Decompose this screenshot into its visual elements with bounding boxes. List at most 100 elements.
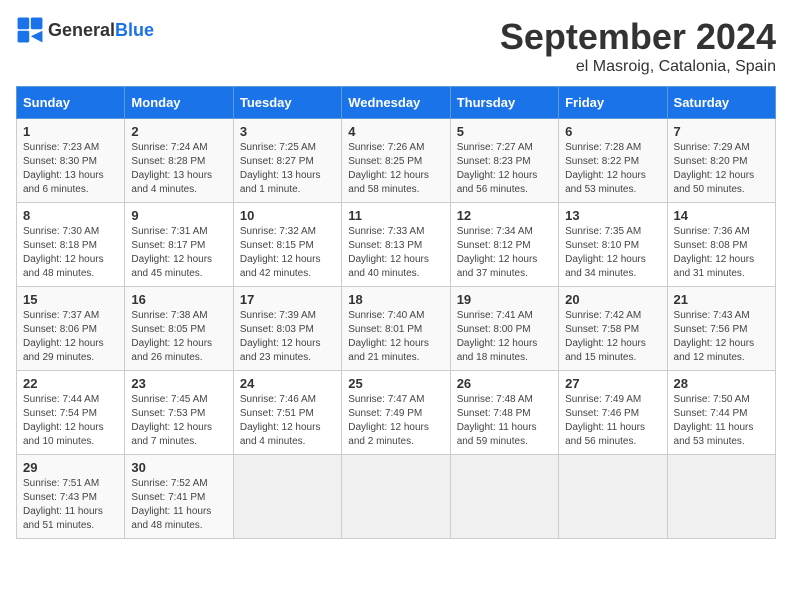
calendar-table: Sunday Monday Tuesday Wednesday Thursday… [16,86,776,539]
day-number: 28 [674,376,769,391]
day-number: 3 [240,124,335,139]
logo-icon [16,16,44,44]
cell-4-7: 28 Sunrise: 7:50 AMSunset: 7:44 PMDayligh… [667,371,775,455]
day-number: 9 [131,208,226,223]
cell-3-6: 20Sunrise: 7:42 AMSunset: 7:58 PMDayligh… [559,287,667,371]
day-number: 6 [565,124,660,139]
week-row-5: 29 Sunrise: 7:51 AMSunset: 7:43 PMDayligh… [17,455,776,539]
day-info: Sunrise: 7:47 AMSunset: 7:49 PMDaylight:… [348,394,429,447]
day-number: 18 [348,292,443,307]
cell-5-6 [559,455,667,539]
day-number: 23 [131,376,226,391]
day-info: Sunrise: 7:33 AMSunset: 8:13 PMDaylight:… [348,226,429,279]
day-info: Sunrise: 7:28 AMSunset: 8:22 PMDaylight:… [565,142,646,195]
cell-2-7: 14Sunrise: 7:36 AMSunset: 8:08 PMDayligh… [667,203,775,287]
cell-5-5 [450,455,558,539]
col-tuesday: Tuesday [233,87,341,119]
col-saturday: Saturday [667,87,775,119]
week-row-3: 15 Sunrise: 7:37 AMSunset: 8:06 PMDayligh… [17,287,776,371]
cell-1-2: 2 Sunrise: 7:24 AMSunset: 8:28 PMDaylight… [125,119,233,203]
day-info: Sunrise: 7:30 AMSunset: 8:18 PMDaylight:… [23,226,104,279]
day-number: 25 [348,376,443,391]
day-info: Sunrise: 7:48 AMSunset: 7:48 PMDaylight:… [457,394,537,447]
day-info: Sunrise: 7:25 AMSunset: 8:27 PMDaylight:… [240,142,321,195]
cell-2-1: 8 Sunrise: 7:30 AMSunset: 8:18 PMDaylight… [17,203,125,287]
month-title: September 2024 [500,16,776,58]
day-number: 2 [131,124,226,139]
day-info: Sunrise: 7:34 AMSunset: 8:12 PMDaylight:… [457,226,538,279]
day-info: Sunrise: 7:44 AMSunset: 7:54 PMDaylight:… [23,394,104,447]
day-info: Sunrise: 7:35 AMSunset: 8:10 PMDaylight:… [565,226,646,279]
week-row-2: 8 Sunrise: 7:30 AMSunset: 8:18 PMDaylight… [17,203,776,287]
cell-1-4: 4 Sunrise: 7:26 AMSunset: 8:25 PMDaylight… [342,119,450,203]
cell-5-4 [342,455,450,539]
cell-3-4: 18 Sunrise: 7:40 AMSunset: 8:01 PMDayligh… [342,287,450,371]
day-number: 24 [240,376,335,391]
day-info: Sunrise: 7:24 AMSunset: 8:28 PMDaylight:… [131,142,212,195]
day-info: Sunrise: 7:39 AMSunset: 8:03 PMDaylight:… [240,310,321,363]
day-info: Sunrise: 7:29 AMSunset: 8:20 PMDaylight:… [674,142,755,195]
week-row-4: 22 Sunrise: 7:44 AMSunset: 7:54 PMDayligh… [17,371,776,455]
cell-3-7: 21Sunrise: 7:43 AMSunset: 7:56 PMDayligh… [667,287,775,371]
cell-1-1: 1Sunrise: 7:23 AMSunset: 8:30 PMDaylight… [17,119,125,203]
day-info: Sunrise: 7:37 AMSunset: 8:06 PMDaylight:… [23,310,104,363]
logo-general: General [48,20,115,40]
day-info: Sunrise: 7:23 AMSunset: 8:30 PMDaylight:… [23,142,104,195]
day-info: Sunrise: 7:51 AMSunset: 7:43 PMDaylight:… [23,478,103,531]
day-number: 11 [348,208,443,223]
cell-3-3: 17 Sunrise: 7:39 AMSunset: 8:03 PMDayligh… [233,287,341,371]
cell-3-1: 15 Sunrise: 7:37 AMSunset: 8:06 PMDayligh… [17,287,125,371]
cell-3-5: 19 Sunrise: 7:41 AMSunset: 8:00 PMDayligh… [450,287,558,371]
cell-1-3: 3 Sunrise: 7:25 AMSunset: 8:27 PMDaylight… [233,119,341,203]
week-row-1: 1Sunrise: 7:23 AMSunset: 8:30 PMDaylight… [17,119,776,203]
page-header: GeneralBlue September 2024 el Masroig, C… [16,16,776,76]
day-number: 14 [674,208,769,223]
cell-2-4: 11 Sunrise: 7:33 AMSunset: 8:13 PMDayligh… [342,203,450,287]
logo-blue: Blue [115,20,154,40]
day-info: Sunrise: 7:32 AMSunset: 8:15 PMDaylight:… [240,226,321,279]
cell-4-5: 26 Sunrise: 7:48 AMSunset: 7:48 PMDayligh… [450,371,558,455]
day-info: Sunrise: 7:41 AMSunset: 8:00 PMDaylight:… [457,310,538,363]
location-title: el Masroig, Catalonia, Spain [500,58,776,76]
cell-4-2: 23 Sunrise: 7:45 AMSunset: 7:53 PMDayligh… [125,371,233,455]
day-number: 22 [23,376,118,391]
day-info: Sunrise: 7:46 AMSunset: 7:51 PMDaylight:… [240,394,321,447]
day-info: Sunrise: 7:31 AMSunset: 8:17 PMDaylight:… [131,226,212,279]
calendar-body: 1Sunrise: 7:23 AMSunset: 8:30 PMDaylight… [17,119,776,539]
day-number: 20 [565,292,660,307]
cell-1-7: 7Sunrise: 7:29 AMSunset: 8:20 PMDaylight… [667,119,775,203]
day-number: 16 [131,292,226,307]
day-number: 8 [23,208,118,223]
day-info: Sunrise: 7:26 AMSunset: 8:25 PMDaylight:… [348,142,429,195]
day-number: 27 [565,376,660,391]
day-info: Sunrise: 7:50 AMSunset: 7:44 PMDaylight:… [674,394,754,447]
day-number: 26 [457,376,552,391]
day-number: 30 [131,460,226,475]
day-number: 29 [23,460,118,475]
day-number: 17 [240,292,335,307]
col-wednesday: Wednesday [342,87,450,119]
day-info: Sunrise: 7:38 AMSunset: 8:05 PMDaylight:… [131,310,212,363]
day-number: 19 [457,292,552,307]
col-sunday: Sunday [17,87,125,119]
day-number: 13 [565,208,660,223]
cell-5-2: 30Sunrise: 7:52 AMSunset: 7:41 PMDayligh… [125,455,233,539]
day-info: Sunrise: 7:45 AMSunset: 7:53 PMDaylight:… [131,394,212,447]
day-number: 12 [457,208,552,223]
cell-2-3: 10Sunrise: 7:32 AMSunset: 8:15 PMDayligh… [233,203,341,287]
logo: GeneralBlue [16,16,154,44]
day-info: Sunrise: 7:27 AMSunset: 8:23 PMDaylight:… [457,142,538,195]
col-thursday: Thursday [450,87,558,119]
day-number: 4 [348,124,443,139]
cell-3-2: 16 Sunrise: 7:38 AMSunset: 8:05 PMDayligh… [125,287,233,371]
header-row: Sunday Monday Tuesday Wednesday Thursday… [17,87,776,119]
cell-2-5: 12 Sunrise: 7:34 AMSunset: 8:12 PMDayligh… [450,203,558,287]
day-number: 15 [23,292,118,307]
cell-1-6: 6 Sunrise: 7:28 AMSunset: 8:22 PMDaylight… [559,119,667,203]
col-monday: Monday [125,87,233,119]
day-number: 21 [674,292,769,307]
day-info: Sunrise: 7:40 AMSunset: 8:01 PMDaylight:… [348,310,429,363]
cell-1-5: 5Sunrise: 7:27 AMSunset: 8:23 PMDaylight… [450,119,558,203]
cell-5-3 [233,455,341,539]
cell-2-2: 9 Sunrise: 7:31 AMSunset: 8:17 PMDaylight… [125,203,233,287]
